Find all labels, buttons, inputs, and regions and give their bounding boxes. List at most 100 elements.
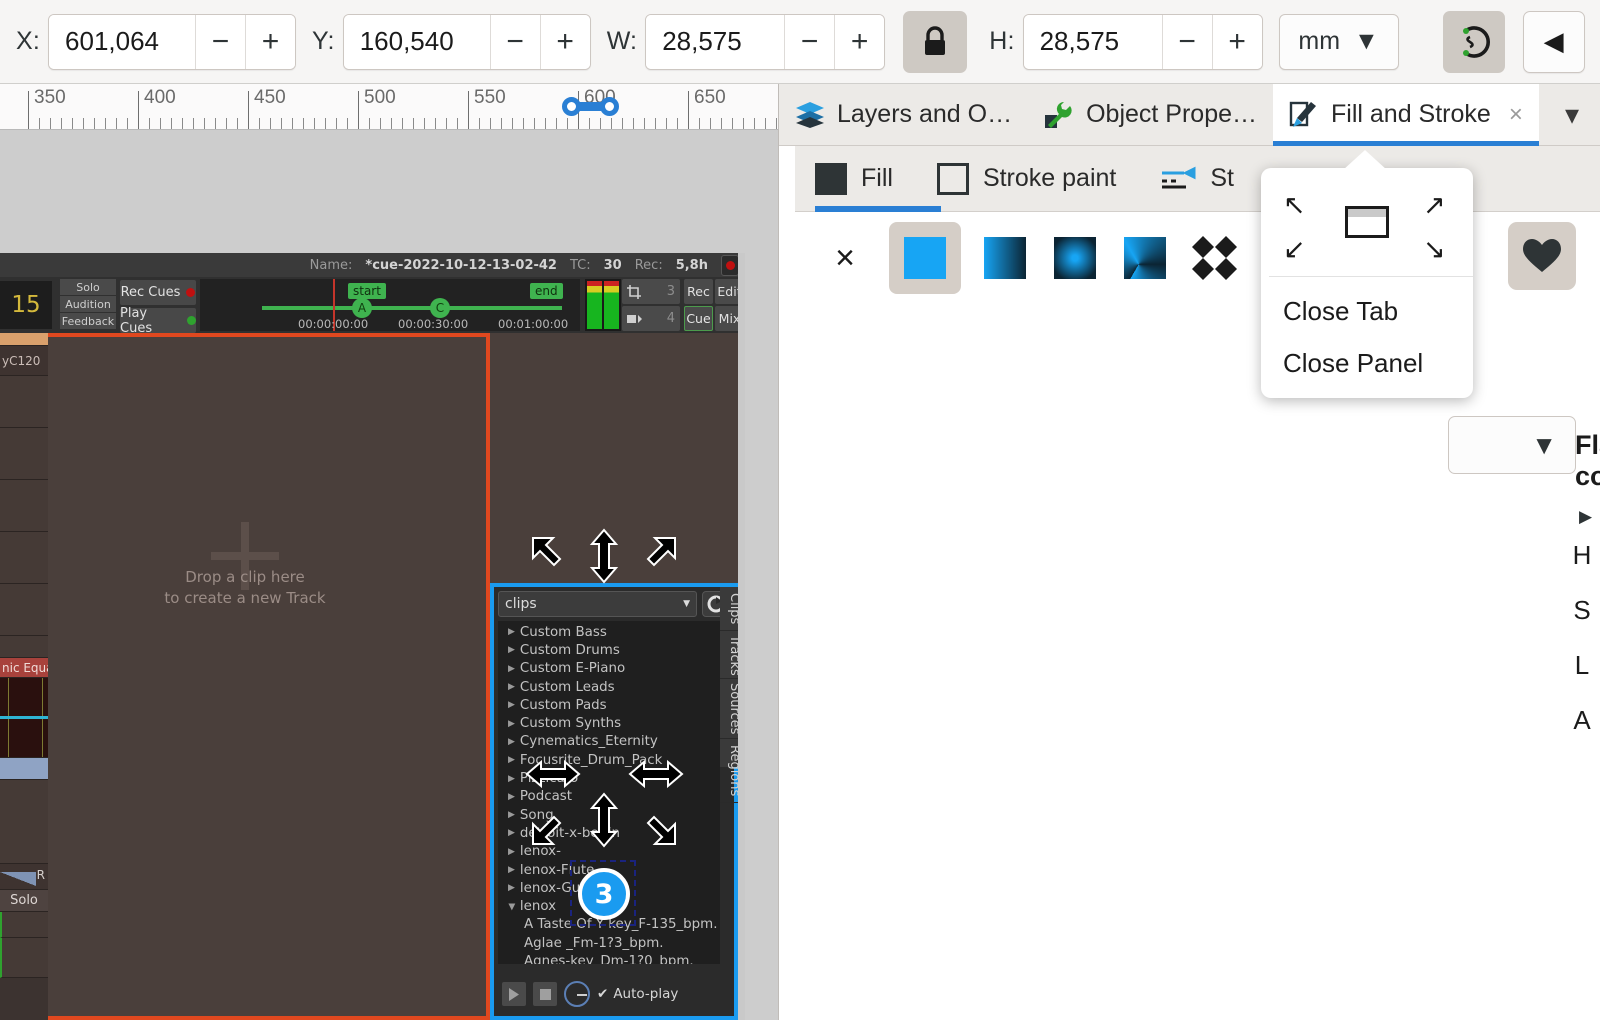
paint-type-pattern[interactable] bbox=[1189, 232, 1241, 284]
fade-pad[interactable]: 4 bbox=[622, 306, 680, 331]
mixer-slot[interactable] bbox=[0, 584, 48, 636]
x-increment-button[interactable]: + bbox=[245, 14, 296, 69]
mixer-pan[interactable]: R bbox=[0, 864, 48, 890]
cue-node-c[interactable]: C bbox=[430, 298, 450, 318]
dock-bottom-right-icon[interactable]: ↘ bbox=[1423, 234, 1446, 265]
lock-aspect-ratio-button[interactable] bbox=[903, 10, 968, 73]
w-input[interactable]: 28,575 bbox=[646, 14, 785, 69]
close-tab-icon[interactable]: × bbox=[1509, 101, 1523, 129]
collapse-toolbar-button[interactable]: ◀ bbox=[1522, 10, 1585, 73]
clips-folder-item[interactable]: ▶ Custom Leads bbox=[498, 678, 720, 696]
ruler-selection-start-handle[interactable] bbox=[562, 97, 581, 116]
rec-cues-button[interactable]: Rec Cues bbox=[120, 280, 196, 305]
y-decrement-button[interactable]: − bbox=[489, 14, 540, 69]
clips-folder-item[interactable]: ▶ Custom E-Piano bbox=[498, 660, 720, 678]
dock-bottom-left-icon[interactable]: ↙ bbox=[1283, 234, 1306, 265]
clips-file-item[interactable]: Aglae _Fm-1?3_bpm. bbox=[498, 934, 720, 952]
h-decrement-button[interactable]: − bbox=[1161, 14, 1212, 69]
tab-fill[interactable]: Fill bbox=[815, 146, 941, 212]
tab-stroke-style[interactable]: St bbox=[1160, 146, 1234, 212]
start-marker[interactable]: start bbox=[348, 283, 386, 299]
end-marker[interactable]: end bbox=[530, 283, 563, 299]
mixer-solo-button[interactable]: Solo bbox=[0, 890, 48, 912]
mixer-slot[interactable] bbox=[0, 376, 48, 428]
mixer-strip[interactable]: yC120 nic Equaliz R Solo bbox=[0, 333, 48, 1020]
menu-item-close-panel[interactable]: Close Panel bbox=[1283, 348, 1423, 379]
dock-top-left-icon[interactable]: ↖ bbox=[1283, 190, 1306, 221]
blend-mode-select[interactable]: ▼ bbox=[1448, 416, 1576, 474]
feedback-button[interactable]: Feedback bbox=[60, 313, 116, 329]
resize-handle-top-right-icon[interactable] bbox=[625, 536, 677, 582]
play-cues-button[interactable]: Play Cues bbox=[120, 306, 196, 336]
clips-folder-item[interactable]: ▶ Custom Pads bbox=[498, 696, 720, 714]
menu-item-close-tab[interactable]: Close Tab bbox=[1283, 296, 1398, 327]
mixer-preset-name[interactable]: yC120 bbox=[0, 346, 48, 376]
mixer-effect-name[interactable]: nic Equaliz bbox=[0, 658, 48, 678]
clips-folder-item[interactable]: ▶ Custom Drums bbox=[498, 641, 720, 659]
paint-type-radial-gradient[interactable] bbox=[1049, 232, 1101, 284]
ruler-selection-end-handle[interactable] bbox=[600, 97, 619, 116]
volume-knob[interactable] bbox=[564, 981, 590, 1007]
paint-type-linear-gradient[interactable] bbox=[979, 232, 1031, 284]
paint-type-none[interactable]: × bbox=[819, 232, 871, 284]
resize-handle-bottom-icon[interactable] bbox=[583, 792, 625, 848]
w-increment-button[interactable]: + bbox=[834, 14, 885, 69]
crop-pad[interactable]: 3 bbox=[622, 279, 680, 304]
audition-button[interactable]: Audition bbox=[60, 296, 116, 312]
h-increment-button[interactable]: + bbox=[1211, 14, 1262, 69]
canvas-area[interactable]: Name: *cue-2022-10-12-13-02-42 TC: 30 Re… bbox=[0, 130, 778, 1020]
tab-object-properties[interactable]: Object Prope… bbox=[1028, 84, 1273, 146]
x-spinner[interactable]: 601,064 − + bbox=[48, 13, 297, 70]
unit-selector[interactable]: mm ▼ bbox=[1278, 13, 1399, 70]
clips-horizontal-scrollbar[interactable] bbox=[498, 964, 720, 972]
h-spinner[interactable]: 28,575 − + bbox=[1022, 13, 1263, 70]
paint-type-mesh-gradient[interactable] bbox=[1119, 232, 1171, 284]
dock-floating-icon[interactable] bbox=[1345, 206, 1389, 238]
dock-top-right-icon[interactable]: ↗ bbox=[1423, 190, 1446, 221]
mixer-slot[interactable] bbox=[0, 780, 48, 864]
resize-handle-left-icon[interactable] bbox=[525, 753, 581, 795]
resize-handle-bottom-right-icon[interactable] bbox=[625, 800, 677, 846]
add-to-favorites-button[interactable] bbox=[1508, 222, 1576, 290]
w-decrement-button[interactable]: − bbox=[784, 14, 835, 69]
tab-fill-and-stroke[interactable]: Fill and Stroke × bbox=[1273, 83, 1539, 146]
clips-folder-item[interactable]: ▶ Custom Bass bbox=[498, 623, 720, 641]
dock-menu-chevron-icon[interactable]: ▾ bbox=[1565, 98, 1579, 131]
cue-node-a[interactable]: A bbox=[352, 298, 372, 318]
resize-handle-top-left-icon[interactable] bbox=[531, 536, 583, 582]
solo-button[interactable]: Solo bbox=[60, 279, 116, 295]
timeline[interactable]: start end A C 00:00:00:00 00:00:30:00 00… bbox=[200, 279, 580, 331]
embedded-daw-image[interactable]: Name: *cue-2022-10-12-13-02-42 TC: 30 Re… bbox=[0, 253, 745, 1020]
mixer-slot[interactable] bbox=[0, 636, 48, 658]
paint-type-flat-color[interactable] bbox=[889, 222, 961, 294]
clips-folder-item[interactable]: ▶ Custom Synths bbox=[498, 714, 720, 732]
mixer-slot[interactable] bbox=[0, 428, 48, 480]
x-decrement-button[interactable]: − bbox=[195, 14, 246, 69]
play-button[interactable] bbox=[502, 982, 526, 1006]
w-spinner[interactable]: 28,575 − + bbox=[645, 13, 886, 70]
track-drop-area[interactable]: Drop a clip here to create a new Track bbox=[0, 333, 490, 1020]
resize-handle-right-icon[interactable] bbox=[628, 753, 684, 795]
mixer-slot[interactable] bbox=[0, 480, 48, 532]
cue-mode-button[interactable]: Cue bbox=[684, 306, 713, 331]
rec-mode-button[interactable]: Rec bbox=[684, 279, 713, 304]
resize-handle-bottom-left-icon[interactable] bbox=[531, 800, 583, 846]
y-spinner[interactable]: 160,540 − + bbox=[342, 13, 591, 70]
clips-file-item[interactable]: Agnes-key_Dm-1?0_bpm. bbox=[498, 952, 720, 964]
eq-graph[interactable] bbox=[0, 678, 48, 758]
clips-source-select[interactable]: clips ▼ bbox=[498, 591, 697, 617]
tab-stroke-paint[interactable]: Stroke paint bbox=[936, 146, 1116, 212]
h-input[interactable]: 28,575 bbox=[1023, 14, 1162, 69]
mixer-slot[interactable] bbox=[0, 532, 48, 584]
record-button[interactable] bbox=[721, 254, 739, 276]
y-input[interactable]: 160,540 bbox=[343, 14, 490, 69]
stop-button[interactable] bbox=[533, 982, 557, 1006]
x-input[interactable]: 601,064 bbox=[49, 14, 196, 69]
rotate-snap-button[interactable] bbox=[1442, 10, 1505, 73]
mixer-automation-lane[interactable] bbox=[0, 758, 48, 780]
auto-play-checkbox[interactable]: ✔ Auto-play bbox=[597, 986, 678, 1002]
resize-handle-top-icon[interactable] bbox=[583, 528, 625, 584]
clips-folder-item[interactable]: ▶ Cynematics_Eternity bbox=[498, 733, 720, 751]
y-increment-button[interactable]: + bbox=[539, 14, 590, 69]
horizontal-ruler[interactable]: 350 400 450 500 550 600 650 bbox=[0, 84, 778, 130]
